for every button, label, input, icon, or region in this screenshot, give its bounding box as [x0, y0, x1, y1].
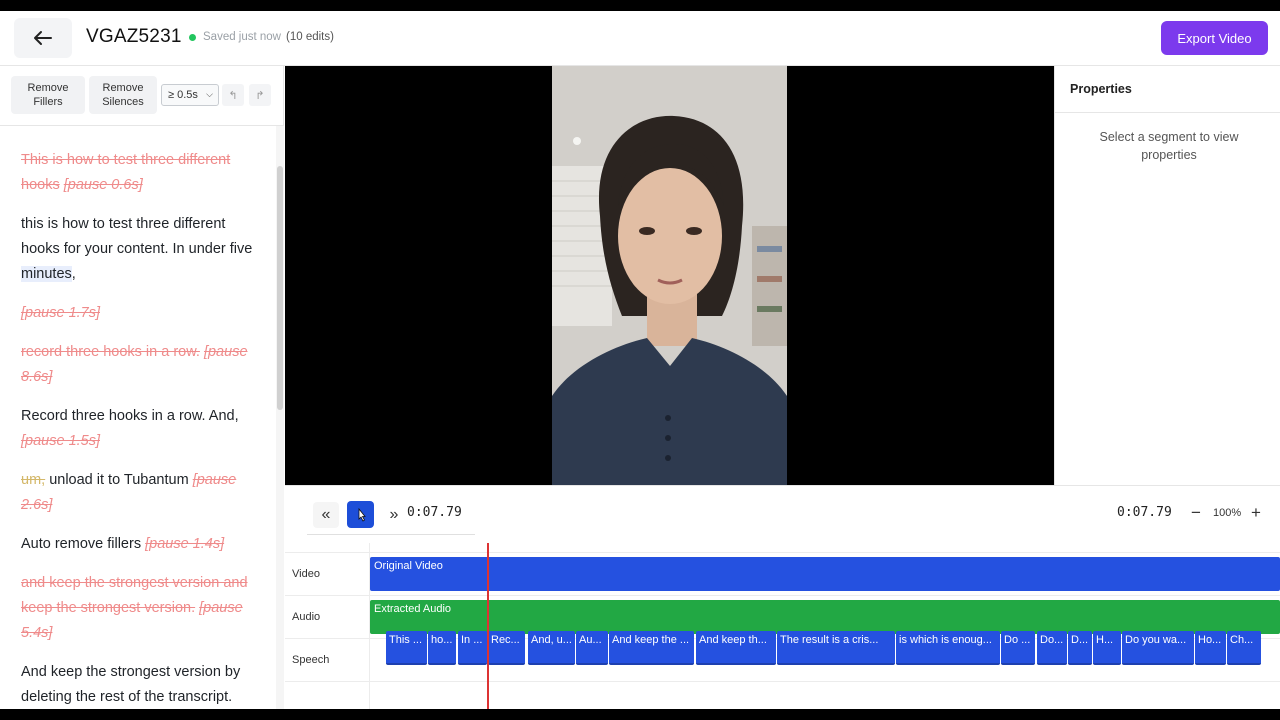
playback-controls: « » 0:07.79 0:07.79 − 100% +	[285, 485, 1280, 543]
remove-silences-button[interactable]: Remove Silences	[89, 76, 157, 114]
transcript-body: This is how to test three different hook…	[0, 126, 276, 709]
remove-silences-label-2: Silences	[102, 96, 144, 108]
properties-panel: Properties Select a segment to view prop…	[1054, 66, 1280, 485]
highlighted-word[interactable]: minutes	[21, 266, 72, 282]
properties-hint: Select a segment to view properties	[1099, 130, 1239, 162]
transcript-panel: Remove Fillers Remove Silences ≥ 0.5s ⌵ ↰ …	[0, 66, 284, 709]
zoom-level: 100%	[1213, 507, 1242, 519]
project-title: VGAZ5231	[86, 26, 182, 47]
chevron-down-icon: ⌵	[206, 89, 213, 99]
zoom-out-button[interactable]: −	[1185, 502, 1207, 524]
remove-fillers-label-1: Remove	[27, 82, 69, 94]
speech-segment[interactable]: In ...	[458, 631, 487, 665]
pause-marker[interactable]: [pause 1.4s]	[145, 536, 224, 552]
transcript-paragraph[interactable]: record three hooks in a row. [pause 8.6s…	[21, 340, 261, 390]
filler-word[interactable]: um,	[21, 472, 45, 488]
undo-icon[interactable]: ↰	[222, 84, 244, 106]
cursor-icon	[358, 507, 366, 522]
video-frame	[552, 66, 787, 485]
speech-segment[interactable]: And keep th...	[696, 631, 776, 665]
track-label-video: Video	[292, 568, 320, 580]
skip-forward-icon[interactable]: »	[381, 502, 407, 528]
speech-segment[interactable]: H...	[1093, 631, 1121, 665]
zoom-in-button[interactable]: +	[1245, 502, 1267, 524]
controls-divider	[307, 534, 475, 535]
properties-title: Properties	[1070, 82, 1132, 96]
transcript-text[interactable]: this is how to test three different hook…	[21, 216, 252, 257]
speech-segment[interactable]: Ch...	[1227, 631, 1261, 665]
pause-marker[interactable]: [pause 0.6s]	[64, 177, 143, 193]
deleted-text[interactable]: record three hooks in a row.	[21, 344, 200, 360]
transcript-text[interactable]: unload it to Tubantum	[49, 472, 188, 488]
pause-marker[interactable]: [pause 1.7s]	[21, 305, 100, 321]
audio-clip[interactable]: Extracted Audio	[370, 600, 1280, 634]
track-divider	[285, 681, 1280, 682]
properties-divider	[1055, 112, 1280, 113]
remove-fillers-button[interactable]: Remove Fillers	[11, 76, 85, 114]
speech-segment[interactable]: Au...	[576, 631, 608, 665]
transcript-text: ,	[71, 266, 76, 282]
video-clip[interactable]: Original Video	[370, 557, 1280, 591]
skip-back-icon[interactable]: «	[313, 502, 339, 528]
video-frame-image	[552, 66, 787, 485]
transcript-paragraph[interactable]: [pause 1.7s]	[21, 301, 261, 326]
back-button[interactable]	[14, 18, 72, 58]
video-preview[interactable]	[285, 66, 1054, 485]
transcript-toolbar: Remove Fillers Remove Silences ≥ 0.5s ⌵ ↰ …	[0, 66, 284, 126]
timeline[interactable]: Video Audio Speech Original Video Extrac…	[285, 543, 1280, 709]
speech-segment[interactable]: Do ...	[1001, 631, 1035, 665]
transcript-paragraph[interactable]: this is how to test three different hook…	[21, 212, 261, 287]
track-label-audio: Audio	[292, 611, 321, 623]
speech-segment[interactable]: And keep the ...	[609, 631, 694, 665]
speech-segment[interactable]: Do you wa...	[1122, 631, 1194, 665]
playhead[interactable]	[487, 543, 489, 709]
transcript-paragraph[interactable]: and keep the strongest version and keep …	[21, 571, 261, 646]
speech-segment[interactable]: is which is enoug...	[896, 631, 1000, 665]
edit-count: (10 edits)	[286, 31, 334, 43]
speech-segment[interactable]: This ...	[386, 631, 427, 665]
silence-threshold-select[interactable]: ≥ 0.5s ⌵	[161, 84, 219, 106]
track-divider	[285, 595, 1280, 596]
threshold-value: ≥ 0.5s	[168, 89, 198, 101]
save-status: Saved just now	[203, 31, 281, 43]
current-time: 0:07.79	[407, 505, 462, 520]
speech-segment[interactable]: D...	[1068, 631, 1092, 665]
transcript-text[interactable]: Auto remove fillers	[21, 536, 141, 552]
transcript-paragraph[interactable]: Auto remove fillers [pause 1.4s]	[21, 532, 261, 557]
track-divider	[285, 552, 1280, 553]
speech-segment[interactable]: And, u...	[528, 631, 575, 665]
arrow-left-icon	[34, 31, 52, 45]
total-time: 0:07.79	[1117, 505, 1172, 520]
play-pause-button[interactable]	[347, 501, 374, 528]
track-label-speech: Speech	[292, 654, 330, 666]
transcript-paragraph[interactable]: Record three hooks in a row. And, [pause…	[21, 404, 261, 454]
editor-app: VGAZ5231 Saved just now (10 edits) Expor…	[0, 11, 1280, 709]
transcript-scrollbar[interactable]	[276, 126, 284, 709]
redo-icon[interactable]: ↱	[249, 84, 271, 106]
transcript-paragraph[interactable]: This is how to test three different hook…	[21, 148, 261, 198]
scrollbar-thumb[interactable]	[277, 166, 283, 410]
transcript-paragraph[interactable]: And keep the strongest version by deleti…	[21, 660, 261, 709]
speech-segment[interactable]: The result is a cris...	[777, 631, 895, 665]
transcript-paragraph[interactable]: um, unload it to Tubantum [pause 2.6s]	[21, 468, 261, 518]
top-bar: VGAZ5231 Saved just now (10 edits) Expor…	[0, 11, 1280, 66]
remove-fillers-label-2: Fillers	[33, 96, 63, 108]
transcript-text[interactable]: And keep the strongest version by deleti…	[21, 664, 240, 705]
saved-status-dot	[189, 34, 196, 41]
remove-silences-label-1: Remove	[102, 82, 144, 94]
export-video-button[interactable]: Export Video	[1161, 21, 1268, 55]
speech-segment[interactable]: Do...	[1037, 631, 1067, 665]
speech-segment[interactable]: ho...	[428, 631, 456, 665]
transcript-text[interactable]: Record three hooks in a row. And,	[21, 408, 239, 424]
speech-segment[interactable]: Rec...	[488, 631, 525, 665]
pause-marker[interactable]: [pause 1.5s]	[21, 433, 100, 449]
speech-segment[interactable]: Ho...	[1195, 631, 1226, 665]
